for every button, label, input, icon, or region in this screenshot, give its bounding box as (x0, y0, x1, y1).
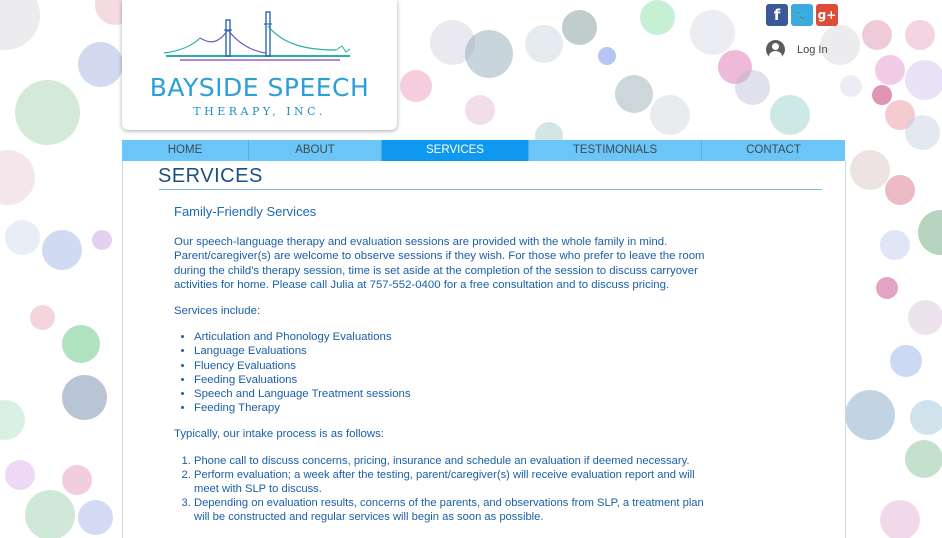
facebook-icon[interactable]: f (766, 4, 788, 26)
list-item: Perform evaluation; a week after the tes… (194, 468, 714, 496)
logo-subtitle: THERAPY, INC. (193, 105, 326, 118)
twitter-icon[interactable]: 🐦 (791, 4, 813, 26)
page-title: SERVICES (158, 165, 263, 187)
logo[interactable]: BAYSIDE SPEECH THERAPY, INC. (122, 0, 397, 130)
list-item: Phone call to discuss concerns, pricing,… (194, 454, 714, 468)
logo-title: BAYSIDE SPEECH (149, 73, 370, 102)
login-label: Log In (797, 43, 828, 56)
content-panel: SERVICES Family-Friendly Services Our sp… (122, 161, 846, 538)
list-item: Speech and Language Treatment sessions (194, 387, 714, 401)
list-item: Articulation and Phonology Evaluations (194, 330, 714, 344)
nav-testimonials[interactable]: TESTIMONIALS (529, 140, 702, 161)
google-plus-icon[interactable]: g+ (816, 4, 838, 26)
login-button[interactable]: Log In (766, 40, 828, 59)
title-divider (159, 189, 822, 190)
bridge-logo-icon (163, 11, 351, 61)
list-item: Feeding Evaluations (194, 373, 714, 387)
social-bar: f 🐦 g+ (766, 4, 838, 26)
nav-about[interactable]: ABOUT (249, 140, 382, 161)
nav-contact[interactable]: CONTACT (702, 140, 845, 161)
list-item: Feeding Therapy (194, 401, 714, 415)
nav-services[interactable]: SERVICES (382, 140, 529, 161)
user-avatar-icon (766, 40, 785, 59)
list-item: Language Evaluations (194, 344, 714, 358)
list-item: Depending on evaluation results, concern… (194, 496, 714, 524)
section-heading: Family-Friendly Services (174, 204, 317, 219)
services-list: Articulation and Phonology Evaluations L… (174, 330, 714, 415)
process-list: Phone call to discuss concerns, pricing,… (174, 454, 714, 525)
list-item: Fluency Evaluations (194, 359, 714, 373)
intro-paragraph: Our speech-language therapy and evaluati… (174, 236, 705, 291)
services-label: Services include: (174, 305, 261, 318)
services-content: Family-Friendly Services Our speech-lang… (174, 204, 714, 537)
main-nav: HOME ABOUT SERVICES TESTIMONIALS CONTACT (122, 140, 845, 161)
nav-home[interactable]: HOME (122, 140, 249, 161)
process-label: Typically, our intake process is as foll… (174, 428, 384, 441)
